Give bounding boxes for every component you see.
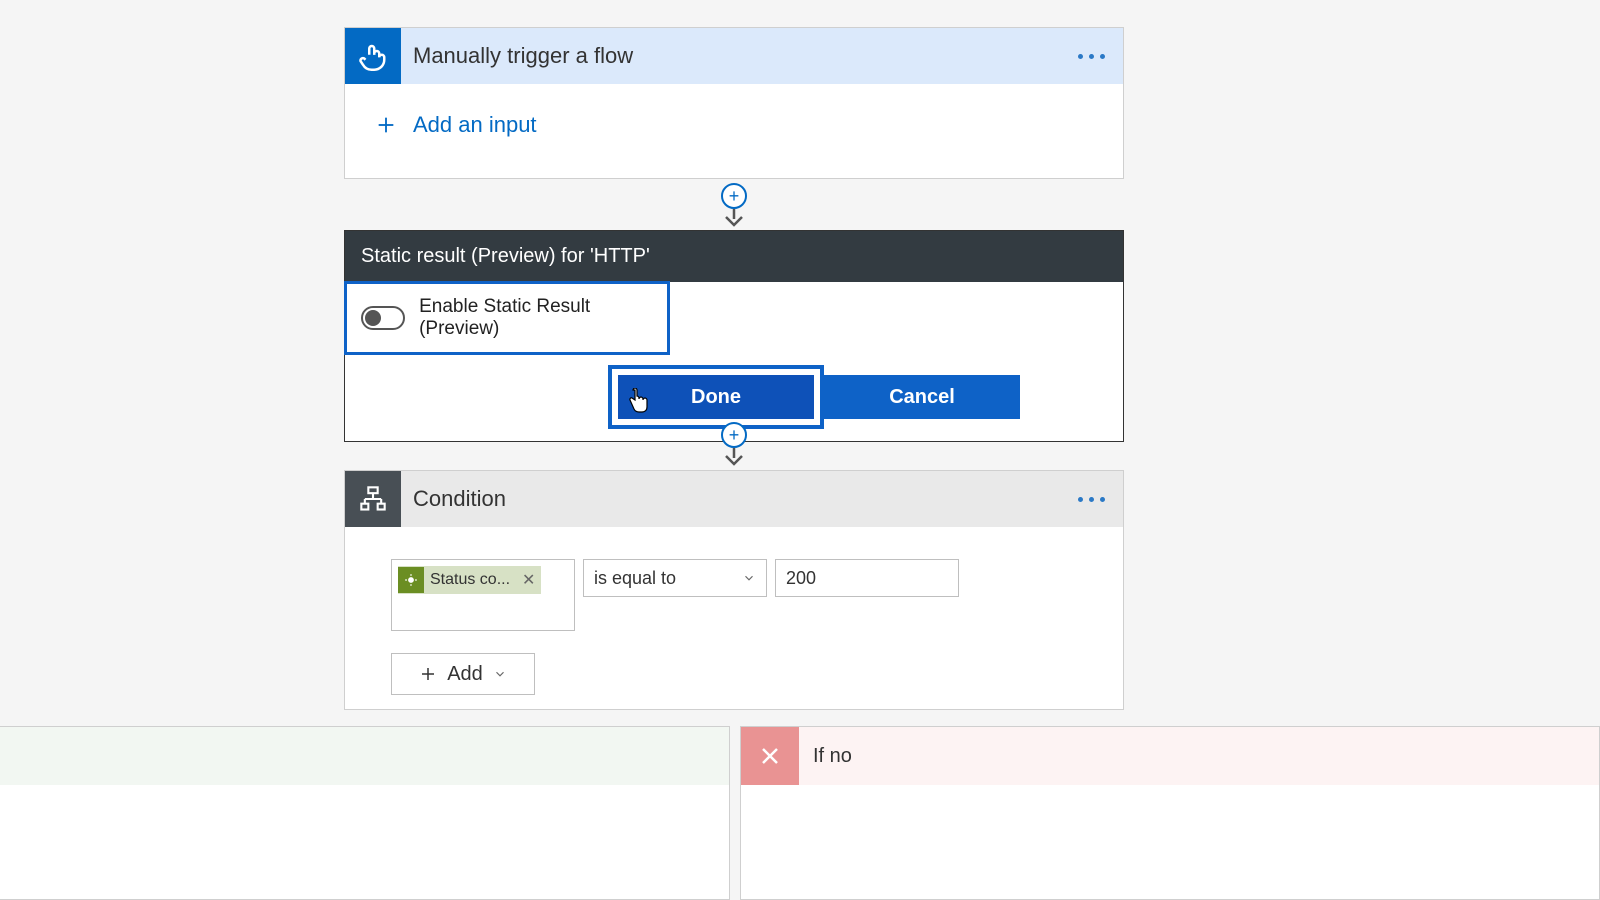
operator-label: is equal to: [594, 568, 676, 589]
close-icon: [741, 727, 799, 785]
if-yes-branch: es: [0, 726, 730, 900]
add-input-label: Add an input: [413, 112, 537, 138]
dynamic-content-icon: [398, 567, 424, 593]
chevron-down-icon: [493, 667, 507, 681]
flow-canvas: Manually trigger a flow Add an input + S…: [0, 0, 1600, 900]
trigger-card: Manually trigger a flow Add an input: [344, 27, 1124, 179]
condition-left-operand[interactable]: Status co... ✕: [391, 559, 575, 631]
if-yes-header[interactable]: es: [0, 727, 729, 785]
static-result-body: Enable Static Result (Preview) Done Canc…: [345, 282, 1123, 441]
arrow-down-icon: [724, 448, 744, 466]
static-result-header: Static result (Preview) for 'HTTP': [345, 231, 1123, 282]
enable-static-result-row[interactable]: Enable Static Result (Preview): [344, 281, 670, 355]
condition-body: Status co... ✕ is equal to 200: [345, 527, 1123, 727]
connector-2: +: [720, 422, 748, 466]
arrow-down-icon: [724, 209, 744, 227]
condition-icon: [345, 471, 401, 527]
token-remove-icon[interactable]: ✕: [522, 570, 535, 590]
trigger-body: Add an input: [345, 84, 1123, 166]
trigger-header[interactable]: Manually trigger a flow: [345, 28, 1123, 84]
connector-1: +: [720, 183, 748, 227]
toggle-switch[interactable]: [361, 306, 405, 330]
add-input-button[interactable]: Add an input: [375, 112, 1093, 138]
condition-card: Condition Status co... ✕ is equal to: [344, 470, 1124, 710]
token-label: Status co...: [430, 571, 510, 589]
toggle-label: Enable Static Result (Preview): [419, 296, 653, 340]
more-icon[interactable]: [1078, 497, 1105, 502]
condition-header[interactable]: Condition: [345, 471, 1123, 527]
cancel-button[interactable]: Cancel: [824, 375, 1020, 419]
done-highlight: Done: [608, 365, 824, 429]
add-condition-button[interactable]: Add: [391, 653, 535, 695]
condition-row: Status co... ✕ is equal to 200: [391, 559, 1077, 631]
status-code-token[interactable]: Status co... ✕: [398, 566, 541, 594]
if-no-branch: If no: [740, 726, 1600, 900]
trigger-title: Manually trigger a flow: [413, 43, 1078, 69]
more-icon[interactable]: [1078, 54, 1105, 59]
if-no-header[interactable]: If no: [741, 727, 1599, 785]
touch-icon: [345, 28, 401, 84]
static-result-panel: Static result (Preview) for 'HTTP' Enabl…: [344, 230, 1124, 442]
condition-value-input[interactable]: 200: [775, 559, 959, 597]
plus-icon: [375, 114, 397, 136]
if-no-label: If no: [813, 745, 852, 768]
condition-title: Condition: [413, 486, 1078, 512]
add-step-button[interactable]: +: [721, 183, 747, 209]
chevron-down-icon: [742, 571, 756, 585]
condition-value: 200: [786, 568, 816, 589]
plus-icon: [419, 665, 437, 683]
done-button[interactable]: Done: [618, 375, 814, 419]
condition-operator-select[interactable]: is equal to: [583, 559, 767, 597]
add-label: Add: [447, 663, 483, 686]
button-row: Done Cancel: [505, 365, 1123, 429]
add-step-button-2[interactable]: +: [721, 422, 747, 448]
